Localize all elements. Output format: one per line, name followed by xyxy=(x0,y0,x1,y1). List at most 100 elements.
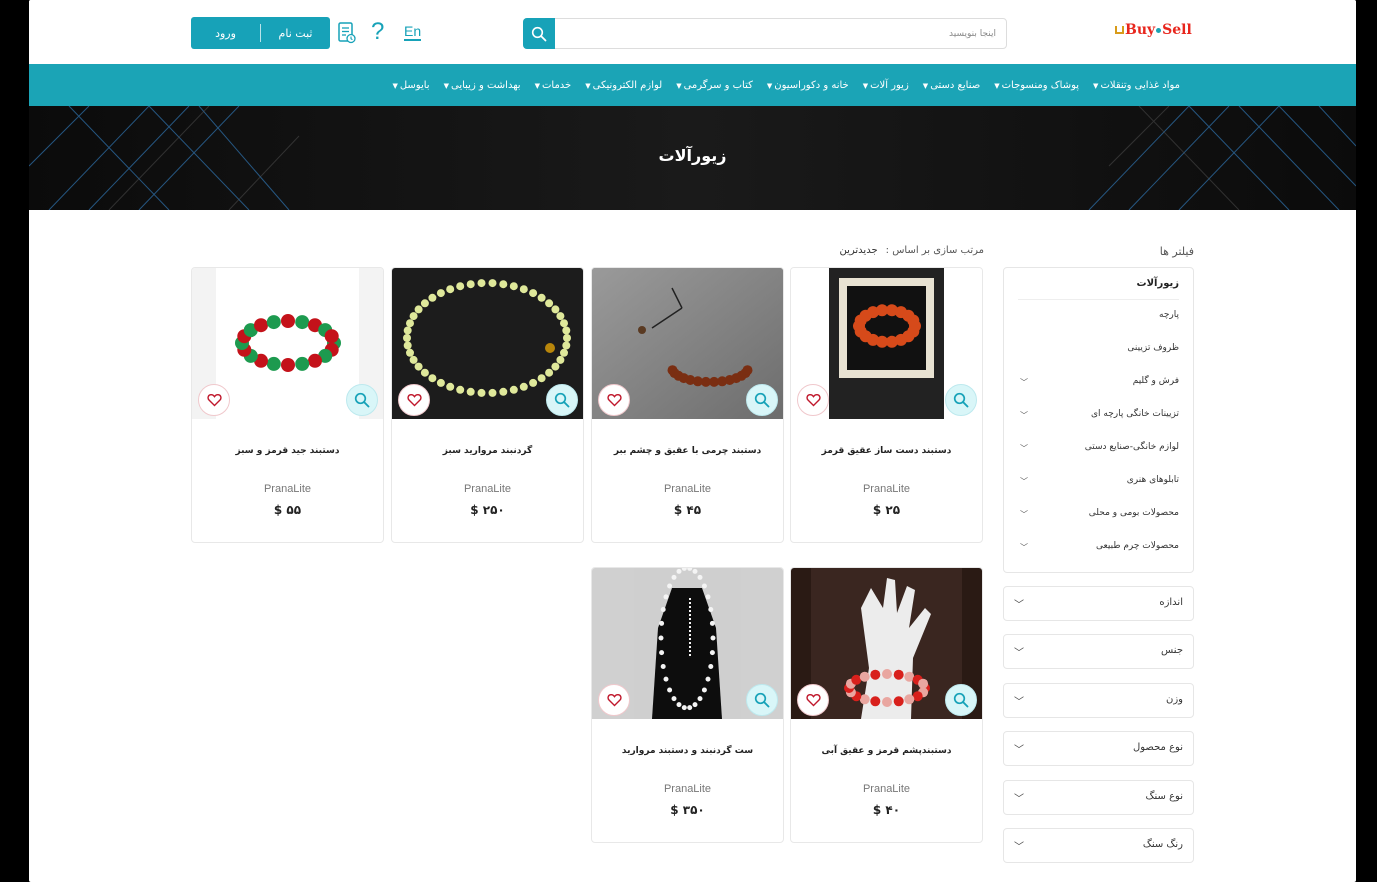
wishlist-button[interactable] xyxy=(797,384,829,416)
chevron-down-icon: ▼ xyxy=(392,81,398,90)
search-button[interactable] xyxy=(523,18,555,49)
chevron-down-icon: ▼ xyxy=(676,81,682,90)
language-switch[interactable]: En xyxy=(404,23,422,41)
wishlist-button[interactable] xyxy=(797,684,829,716)
product-brand: PranaLite xyxy=(862,483,911,495)
quick-view-button[interactable] xyxy=(746,384,778,416)
wishlist-button[interactable] xyxy=(598,384,630,416)
page-title: زیورآلات xyxy=(658,146,727,165)
facet-filter[interactable]: رنگ سنگ ﹀ xyxy=(1003,828,1194,863)
quick-view-button[interactable] xyxy=(346,384,378,416)
chevron-down-icon: ▼ xyxy=(534,81,540,90)
facet-filter[interactable]: نوع محصول ﹀ xyxy=(1003,731,1194,767)
chevron-down-icon[interactable]: ﹀ xyxy=(1020,509,1028,520)
chevron-down-icon[interactable]: ﹀ xyxy=(1020,410,1028,421)
search-bar xyxy=(523,18,1007,49)
product-brand: PranaLite xyxy=(263,483,312,495)
category-filter-item[interactable]: محصولات چرم طبیعی xyxy=(1096,541,1179,551)
category-filter: زیورآلات پارچه ظروف تزیینی فرش و گلیم ﹀ تزیی… xyxy=(1003,267,1194,573)
search-input[interactable] xyxy=(556,19,1006,48)
nav-item[interactable]: پوشاک ومنسوجات▼ xyxy=(994,80,1079,91)
nav-item[interactable]: زیور آلات▼ xyxy=(863,80,909,91)
category-filter-item[interactable]: ظروف تزیینی xyxy=(1127,343,1179,353)
heart-icon xyxy=(805,693,821,707)
chevron-down-icon[interactable]: ﹀ xyxy=(1020,377,1028,388)
nav-item[interactable]: لوازم الکترونیکی▼ xyxy=(585,80,662,91)
product-brand: PranaLite xyxy=(862,783,911,795)
product-name[interactable]: دستبند دست ساز عقیق قرمز xyxy=(795,446,978,456)
quick-view-button[interactable] xyxy=(945,384,977,416)
category-filter-item[interactable]: فرش و گلیم xyxy=(1133,376,1179,386)
category-filter-item[interactable]: تزیینات خانگی پارچه ای xyxy=(1091,409,1179,419)
chevron-down-icon: ▼ xyxy=(766,81,773,90)
chevron-down-icon[interactable]: ﹀ xyxy=(1020,443,1028,454)
login-button[interactable]: ورود xyxy=(191,17,260,49)
chevron-down-icon[interactable]: ﹀ xyxy=(1020,542,1028,553)
nav-item[interactable]: کتاب و سرگرمی▼ xyxy=(676,80,753,91)
product-name[interactable]: دستبندپشم قرمز و عقیق آبی xyxy=(795,746,978,756)
nav-item[interactable]: صنایع دستی▼ xyxy=(923,80,980,91)
nav-item[interactable]: خانه و دکوراسیون▼ xyxy=(767,80,849,91)
auth-buttons: ثبت نام ورود xyxy=(191,17,330,49)
chevron-down-icon: ▼ xyxy=(585,81,591,90)
product-card[interactable]: ست گردنبند و دستبند مروارید PranaLite $ ۳۵… xyxy=(591,567,784,843)
nav-item[interactable]: مواد غذایی وتنقلات▼ xyxy=(1093,80,1180,91)
product-name[interactable]: دستبند چرمی با عقیق و چشم ببر xyxy=(596,446,779,456)
facet-filter-label: اندازه xyxy=(1159,597,1183,608)
category-filter-title[interactable]: زیورآلات xyxy=(1137,278,1179,289)
quick-view-button[interactable] xyxy=(945,684,977,716)
chevron-down-icon: ﹀ xyxy=(1014,696,1024,708)
product-price: $ ۴۰ xyxy=(872,803,901,817)
facet-filter[interactable]: نوع سنگ ﹀ xyxy=(1003,779,1194,815)
quick-view-button[interactable] xyxy=(546,384,578,416)
product-name[interactable]: دستبند جید قرمز و سبز xyxy=(196,446,379,456)
sort-value[interactable]: جدیدترین xyxy=(839,245,877,256)
nav-item-label: کتاب و سرگرمی xyxy=(683,79,753,91)
product-name[interactable]: ست گردنبند و دستبند مروارید xyxy=(596,746,779,756)
product-card[interactable]: دستبندپشم قرمز و عقیق آبی PranaLite $ ۴۰ xyxy=(790,567,983,843)
heart-icon xyxy=(206,393,222,407)
chevron-down-icon: ﹀ xyxy=(1014,745,1024,757)
site-logo[interactable]: Buy Sell xyxy=(1115,22,1192,42)
product-card[interactable]: دستبند چرمی با عقیق و چشم ببر PranaLite $ … xyxy=(591,267,784,543)
facet-filter[interactable]: وزن ﹀ xyxy=(1003,682,1194,718)
search-icon xyxy=(354,392,370,408)
nav-item[interactable]: بهداشت و زیبایی▼ xyxy=(444,80,521,91)
search-icon xyxy=(754,392,770,408)
wishlist-button[interactable] xyxy=(598,684,630,716)
product-card[interactable]: دستبند دست ساز عقیق قرمز PranaLite $ ۲۵ xyxy=(790,267,983,543)
heart-icon xyxy=(606,693,622,707)
nav-item-label: زیور آلات xyxy=(870,79,909,91)
nav-item-label: خدمات xyxy=(541,79,572,91)
wishlist-button[interactable] xyxy=(398,384,430,416)
product-card[interactable]: گردنبند مروارید سبز PranaLite $ ۲۵۰ xyxy=(391,267,584,543)
auth-divider xyxy=(260,24,261,42)
facet-filter[interactable]: اندازه ﹀ xyxy=(1003,586,1194,621)
sort-control[interactable]: مرتب سازی بر اساس : جدیدترین xyxy=(729,245,984,256)
filters-heading: فیلتر ها xyxy=(1159,245,1194,258)
nav-item[interactable]: بایوسل▼ xyxy=(392,80,429,91)
product-card[interactable]: دستبند جید قرمز و سبز PranaLite $ ۵۵ xyxy=(191,267,384,543)
category-filter-item[interactable]: تابلوهای هنری xyxy=(1127,475,1179,485)
register-button[interactable]: ثبت نام xyxy=(261,17,330,49)
category-divider xyxy=(1018,299,1179,300)
nav-item[interactable]: خدمات▼ xyxy=(535,80,572,91)
nav-item-label: مواد غذایی وتنقلات xyxy=(1100,79,1180,91)
help-icon[interactable]: ? xyxy=(371,20,389,44)
orders-document-icon[interactable] xyxy=(337,21,357,45)
category-filter-item[interactable]: پارچه xyxy=(1159,310,1179,320)
category-filter-item[interactable]: لوازم خانگی-صنایع دستی xyxy=(1085,442,1179,452)
facet-filter[interactable]: جنس ﹀ xyxy=(1003,634,1194,670)
facet-filter-label: جنس xyxy=(1161,645,1183,657)
wishlist-button[interactable] xyxy=(198,384,230,416)
search-icon xyxy=(554,392,570,408)
product-price: $ ۲۵۰ xyxy=(470,503,505,517)
chevron-down-icon[interactable]: ﹀ xyxy=(1020,476,1028,487)
sort-label: مرتب سازی بر اساس : xyxy=(885,245,984,256)
search-icon xyxy=(531,26,547,41)
category-filter-item[interactable]: محصولات بومی و محلی xyxy=(1089,508,1179,518)
quick-view-button[interactable] xyxy=(746,684,778,716)
product-name[interactable]: گردنبند مروارید سبز xyxy=(396,446,579,456)
facet-filter-label: رنگ سنگ xyxy=(1142,839,1183,850)
chevron-down-icon: ﹀ xyxy=(1014,842,1024,853)
